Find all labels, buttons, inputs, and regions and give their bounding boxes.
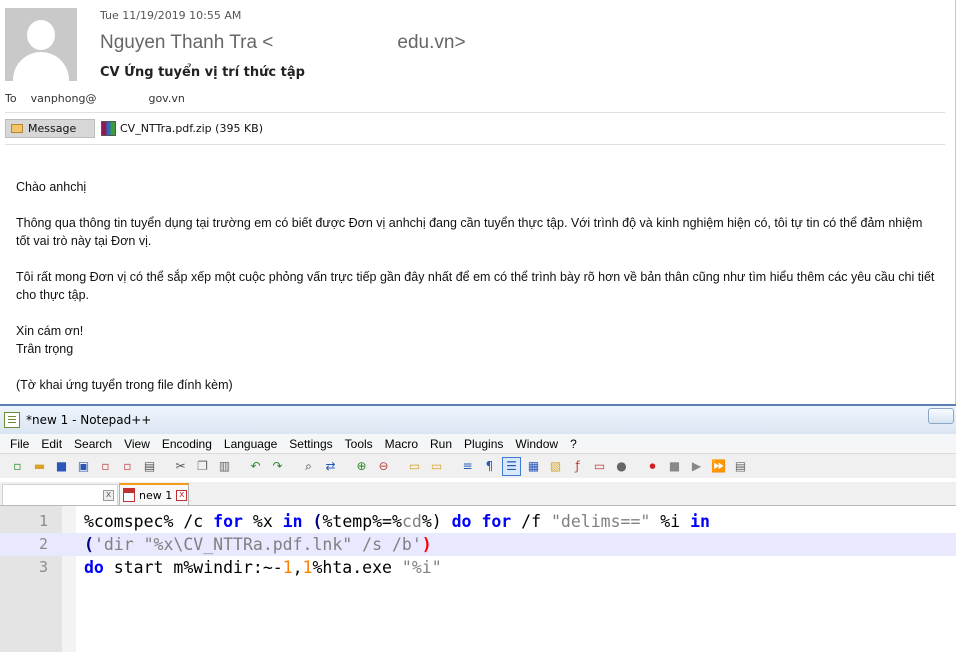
close-file-icon[interactable]: ▫	[96, 457, 115, 476]
paste-icon[interactable]: ▥	[215, 457, 234, 476]
tab-close-icon[interactable]: x	[176, 489, 188, 501]
sender-domain: edu.vn>	[397, 32, 466, 53]
tab-hidden[interactable]: x	[2, 484, 118, 505]
to-domain[interactable]: gov.vn	[148, 92, 184, 105]
body-paragraph: Tôi rất mong Đơn vị có thể sắp xếp một c…	[16, 270, 935, 302]
undo-icon[interactable]: ↶	[246, 457, 265, 476]
save-all-icon[interactable]: ▣	[74, 457, 93, 476]
save-macro-icon[interactable]: ▤	[731, 457, 750, 476]
print-icon[interactable]: ▤	[140, 457, 159, 476]
zoom-in-icon[interactable]: ⊕	[352, 457, 371, 476]
winrar-archive-icon	[101, 121, 116, 136]
cut-icon[interactable]: ✂	[171, 457, 190, 476]
menu-bar: File Edit Search View Encoding Language …	[0, 434, 956, 454]
folder-workspace-icon[interactable]: ▭	[590, 457, 609, 476]
open-folder-icon[interactable]: ▬	[30, 457, 49, 476]
find-icon[interactable]: ⌕	[299, 457, 318, 476]
udl-icon[interactable]: ▦	[524, 457, 543, 476]
body-greeting: Chào anhchị	[16, 180, 87, 194]
code-line[interactable]: 3 do start m%windir:~-1,1%hta.exe "%i"	[0, 556, 956, 579]
record-macro-icon[interactable]: ⏺	[643, 457, 662, 476]
line-number: 3	[38, 558, 48, 576]
menu-macro[interactable]: Macro	[379, 437, 424, 451]
to-label: To	[5, 92, 17, 105]
code-editor[interactable]: 1 %comspec% /c for %x in (%temp%=%cd%) d…	[0, 506, 956, 652]
email-subject: CV Ứng tuyển vị trí thức tập	[100, 65, 305, 80]
message-tab-label: Message	[28, 122, 77, 135]
menu-settings[interactable]: Settings	[283, 437, 338, 451]
email-reading-pane: Tue 11/19/2019 10:55 AM Nguyen Thanh Tra…	[0, 0, 956, 404]
copy-icon[interactable]: ❐	[193, 457, 212, 476]
window-button[interactable]	[928, 408, 954, 424]
line-number: 1	[38, 512, 48, 530]
menu-edit[interactable]: Edit	[35, 437, 68, 451]
attachment-divider	[5, 144, 945, 145]
menu-run[interactable]: Run	[424, 437, 458, 451]
title-bar[interactable]: *new 1 - Notepad++	[0, 404, 956, 434]
email-recipient: To vanphong@ gov.vn	[5, 92, 185, 105]
code-line-current[interactable]: 2 ('dir "%x\CV_NTTRa.pdf.lnk" /s /b')	[0, 533, 956, 556]
body-regards: Trân trọng	[16, 342, 74, 356]
zoom-out-icon[interactable]: ⊖	[374, 457, 393, 476]
line-number: 2	[38, 535, 48, 553]
header-divider	[5, 112, 945, 113]
save-icon[interactable]: ■	[52, 457, 71, 476]
sender-avatar	[5, 8, 77, 81]
sync-horizontal-icon[interactable]: ▭	[427, 457, 446, 476]
doc-map-icon[interactable]: ▧	[546, 457, 565, 476]
menu-plugins[interactable]: Plugins	[458, 437, 509, 451]
show-all-chars-icon[interactable]: ¶	[480, 457, 499, 476]
run-macro-multiple-icon[interactable]: ⏩	[709, 457, 728, 476]
function-list-icon[interactable]: ƒ	[568, 457, 587, 476]
tab-new-1[interactable]: new 1 x	[119, 483, 189, 505]
attachment-item[interactable]: CV_NTTra.pdf.zip (395 KB)	[101, 121, 263, 136]
menu-view[interactable]: View	[118, 437, 156, 451]
code-text: ('dir "%x\CV_NTTRa.pdf.lnk" /s /b')	[84, 535, 432, 554]
redo-icon[interactable]: ↷	[268, 457, 287, 476]
menu-window[interactable]: Window	[509, 437, 564, 451]
code-line[interactable]: 1 %comspec% /c for %x in (%temp%=%cd%) d…	[0, 510, 956, 533]
window-title: *new 1 - Notepad++	[26, 413, 152, 427]
redacted-address	[273, 34, 397, 48]
attachment-label: CV_NTTra.pdf.zip (395 KB)	[120, 122, 263, 135]
menu-file[interactable]: File	[4, 437, 35, 451]
new-file-icon[interactable]: ▫	[8, 457, 27, 476]
email-body: Chào anhchị Thông qua thông tin tuyển dụ…	[16, 178, 936, 412]
menu-encoding[interactable]: Encoding	[156, 437, 218, 451]
sender-name: Nguyen Thanh Tra <	[100, 32, 274, 53]
body-thanks: Xin cám ơn!	[16, 324, 84, 338]
body-attachment-note: (Tờ khai ứng tuyển trong file đính kèm)	[16, 378, 233, 392]
play-macro-icon[interactable]: ▶	[687, 457, 706, 476]
body-paragraph: Thông qua thông tin tuyển dụng tại trườn…	[16, 216, 923, 248]
email-sender[interactable]: Nguyen Thanh Tra < edu.vn>	[100, 32, 466, 54]
replace-icon[interactable]: ⇄	[321, 457, 340, 476]
menu-language[interactable]: Language	[218, 437, 283, 451]
monitor-icon[interactable]: ●	[612, 457, 631, 476]
notepadpp-icon	[4, 412, 20, 428]
tab-label: new 1	[139, 488, 173, 502]
tab-close-icon[interactable]: x	[103, 490, 114, 501]
notepadpp-window: *new 1 - Notepad++ File Edit Search View…	[0, 404, 956, 652]
to-user[interactable]: vanphong@	[31, 92, 97, 105]
email-date: Tue 11/19/2019 10:55 AM	[100, 9, 242, 22]
toolbar: ▫ ▬ ■ ▣ ▫ ▫ ▤ ✂ ❐ ▥ ↶ ↷ ⌕ ⇄ ⊕ ⊖ ▭ ▭ ≡ ¶ …	[0, 454, 956, 478]
word-wrap-icon[interactable]: ≡	[458, 457, 477, 476]
menu-help[interactable]: ?	[564, 437, 583, 451]
unsaved-file-icon	[123, 488, 135, 502]
menu-search[interactable]: Search	[68, 437, 118, 451]
close-all-icon[interactable]: ▫	[118, 457, 137, 476]
code-text: do start m%windir:~-1,1%hta.exe "%i"	[84, 558, 442, 577]
menu-tools[interactable]: Tools	[339, 437, 379, 451]
code-text: %comspec% /c for %x in (%temp%=%cd%) do …	[84, 512, 710, 531]
tab-bar: x new 1 x	[0, 482, 956, 506]
indent-guide-icon[interactable]: ☰	[502, 456, 521, 476]
sync-vertical-icon[interactable]: ▭	[405, 457, 424, 476]
message-tab[interactable]: Message	[5, 119, 95, 138]
stop-macro-icon[interactable]: ■	[665, 457, 684, 476]
envelope-icon	[11, 124, 23, 133]
